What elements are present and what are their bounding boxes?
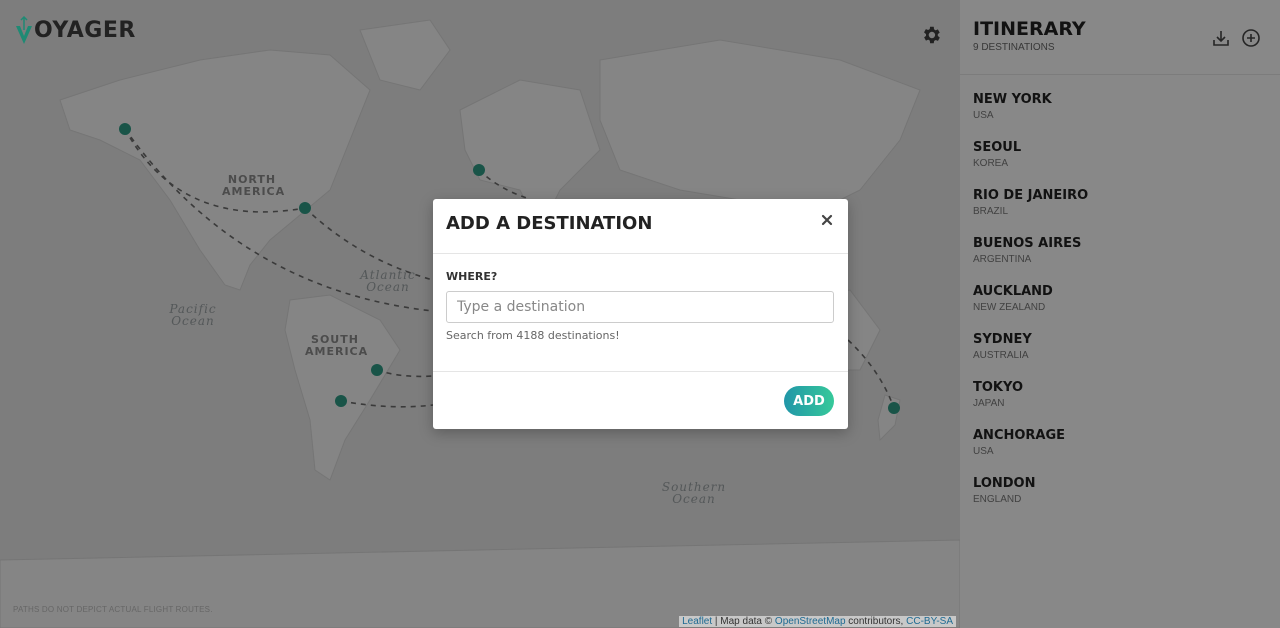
modal-title: ADD A DESTINATION: [446, 213, 653, 234]
route-disclaimer: PATHS DO NOT DEPICT ACTUAL FLIGHT ROUTES…: [13, 605, 213, 614]
add-destination-modal: ADD A DESTINATION WHERE? Search from 418…: [433, 199, 848, 429]
attribution-text: | Map data ©: [712, 616, 775, 627]
openstreetmap-link[interactable]: OpenStreetMap: [775, 616, 846, 627]
logo-v-icon: [14, 14, 34, 46]
where-label: WHERE?: [446, 270, 498, 283]
leaflet-link[interactable]: Leaflet: [682, 616, 712, 627]
modal-footer: ADD: [433, 372, 848, 428]
search-help-text: Search from 4188 destinations!: [446, 329, 620, 342]
map-attribution: Leaflet | Map data © OpenStreetMap contr…: [679, 616, 956, 627]
modal-body: WHERE? Search from 4188 destinations!: [433, 254, 848, 372]
destination-search-input[interactable]: [446, 291, 834, 323]
add-button[interactable]: ADD: [784, 386, 834, 416]
modal-header: ADD A DESTINATION: [433, 199, 848, 254]
logo-text: OYAGER: [34, 17, 136, 43]
voyager-logo: OYAGER: [14, 14, 136, 46]
attribution-text: contributors,: [845, 616, 907, 627]
close-icon[interactable]: [820, 212, 834, 226]
license-link[interactable]: CC-BY-SA: [906, 616, 953, 627]
gear-icon[interactable]: [920, 24, 942, 46]
